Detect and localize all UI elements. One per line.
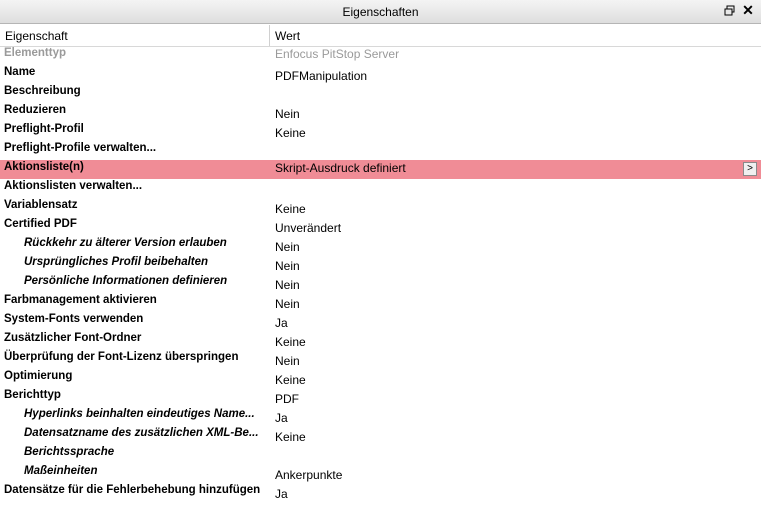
property-name: Variablensatz xyxy=(4,199,78,211)
property-name: Reduzieren xyxy=(4,104,66,116)
expand-arrow-button[interactable]: > xyxy=(743,162,757,176)
property-list: Elementtyp Enfocus PitStop Server Name PDFM… xyxy=(0,46,761,502)
property-value[interactable]: Keine xyxy=(275,202,306,216)
property-row[interactable]: Hyperlinks beinhalten eindeutiges Name..… xyxy=(0,407,761,426)
property-name: Datensatzname des zusätzlichen XML-Be... xyxy=(24,427,259,439)
property-name: Preflight-Profil xyxy=(4,123,84,135)
property-value[interactable]: PDFManipulation xyxy=(275,69,367,83)
property-name: Farbmanagement aktivieren xyxy=(4,294,157,306)
property-name: Certified PDF xyxy=(4,218,77,230)
property-value[interactable]: Skript-Ausdruck definiert xyxy=(275,161,406,175)
property-row[interactable]: Beschreibung xyxy=(0,84,761,103)
property-value[interactable]: Ankerpunkte xyxy=(275,468,342,482)
column-header-value[interactable]: Wert xyxy=(275,29,300,43)
property-name: Persönliche Informationen definieren xyxy=(24,275,228,287)
property-value[interactable]: Keine xyxy=(275,373,306,387)
property-row[interactable]: Berichtssprache xyxy=(0,445,761,464)
property-row[interactable]: Preflight-Profil Keine xyxy=(0,122,761,141)
property-value[interactable]: PDF xyxy=(275,392,299,406)
property-row[interactable]: Variablensatz Keine xyxy=(0,198,761,217)
property-row[interactable]: Datensatzname des zusätzlichen XML-Be...… xyxy=(0,426,761,445)
property-name: Elementtyp xyxy=(4,47,66,59)
property-name: Name xyxy=(4,66,36,78)
property-row[interactable]: Ursprüngliches Profil beibehalten Nein xyxy=(0,255,761,274)
property-row[interactable]: Rückkehr zu älterer Version erlauben Nein xyxy=(0,236,761,255)
property-row[interactable]: Aktionsliste(n) Skript-Ausdruck definiert… xyxy=(0,160,761,179)
float-window-icon[interactable] xyxy=(723,4,737,18)
property-name: Datensätze für die Fehlerbehebung hinzuf… xyxy=(4,484,261,496)
property-row[interactable]: Reduzieren Nein xyxy=(0,103,761,122)
property-name: Hyperlinks beinhalten eindeutiges Name..… xyxy=(24,408,255,420)
property-value[interactable]: Nein xyxy=(275,297,300,311)
property-row[interactable]: Maßeinheiten Ankerpunkte xyxy=(0,464,761,483)
property-name: Ursprüngliches Profil beibehalten xyxy=(24,256,209,268)
property-value[interactable]: Ja xyxy=(275,411,288,425)
close-icon[interactable]: ✕ xyxy=(741,2,755,18)
property-row[interactable]: Persönliche Informationen definieren Nein xyxy=(0,274,761,293)
property-row[interactable]: Datensätze für die Fehlerbehebung hinzuf… xyxy=(0,483,761,502)
property-name: Aktionslisten verwalten... xyxy=(4,180,143,192)
property-name: Berichttyp xyxy=(4,389,61,401)
property-row[interactable]: Farbmanagement aktivieren Nein xyxy=(0,293,761,312)
property-name: System-Fonts verwenden xyxy=(4,313,144,325)
property-name: Preflight-Profile verwalten... xyxy=(4,142,157,154)
property-name: Beschreibung xyxy=(4,85,81,97)
property-row[interactable]: System-Fonts verwenden Ja xyxy=(0,312,761,331)
property-value[interactable]: Nein xyxy=(275,107,300,121)
property-row[interactable]: Zusätzlicher Font-Ordner Keine xyxy=(0,331,761,350)
property-name: Aktionsliste(n) xyxy=(4,161,84,173)
property-name: Zusätzlicher Font-Ordner xyxy=(4,332,142,344)
panel-titlebar: Eigenschaften ✕ xyxy=(0,0,761,24)
column-header-property[interactable]: Eigenschaft xyxy=(5,29,68,43)
property-row[interactable]: Certified PDF Unverändert xyxy=(0,217,761,236)
property-value[interactable]: Enfocus PitStop Server xyxy=(275,47,399,61)
property-name: Berichtssprache xyxy=(24,446,115,458)
property-row[interactable]: Elementtyp Enfocus PitStop Server xyxy=(0,46,761,65)
column-divider[interactable] xyxy=(269,25,270,46)
property-row[interactable]: Berichttyp PDF xyxy=(0,388,761,407)
property-value[interactable]: Nein xyxy=(275,240,300,254)
property-value[interactable]: Keine xyxy=(275,430,306,444)
property-row[interactable]: Überprüfung der Font-Lizenz überspringen… xyxy=(0,350,761,369)
property-name: Optimierung xyxy=(4,370,73,382)
property-value[interactable]: Keine xyxy=(275,335,306,349)
property-value[interactable]: Ja xyxy=(275,316,288,330)
property-value[interactable]: Keine xyxy=(275,126,306,140)
property-name: Maßeinheiten xyxy=(24,465,98,477)
property-value[interactable]: Nein xyxy=(275,354,300,368)
property-value[interactable]: Ja xyxy=(275,487,288,501)
column-header: Eigenschaft Wert xyxy=(0,25,761,47)
property-row[interactable]: Optimierung Keine xyxy=(0,369,761,388)
panel-title: Eigenschaften xyxy=(342,5,419,19)
property-row[interactable]: Name PDFManipulation xyxy=(0,65,761,84)
property-row[interactable]: Preflight-Profile verwalten... xyxy=(0,141,761,160)
property-name: Rückkehr zu älterer Version erlauben xyxy=(24,237,227,249)
property-value[interactable]: Nein xyxy=(275,278,300,292)
property-row[interactable]: Aktionslisten verwalten... xyxy=(0,179,761,198)
property-value[interactable]: Unverändert xyxy=(275,221,341,235)
property-value[interactable]: Nein xyxy=(275,259,300,273)
property-name: Überprüfung der Font-Lizenz überspringen xyxy=(4,351,239,363)
